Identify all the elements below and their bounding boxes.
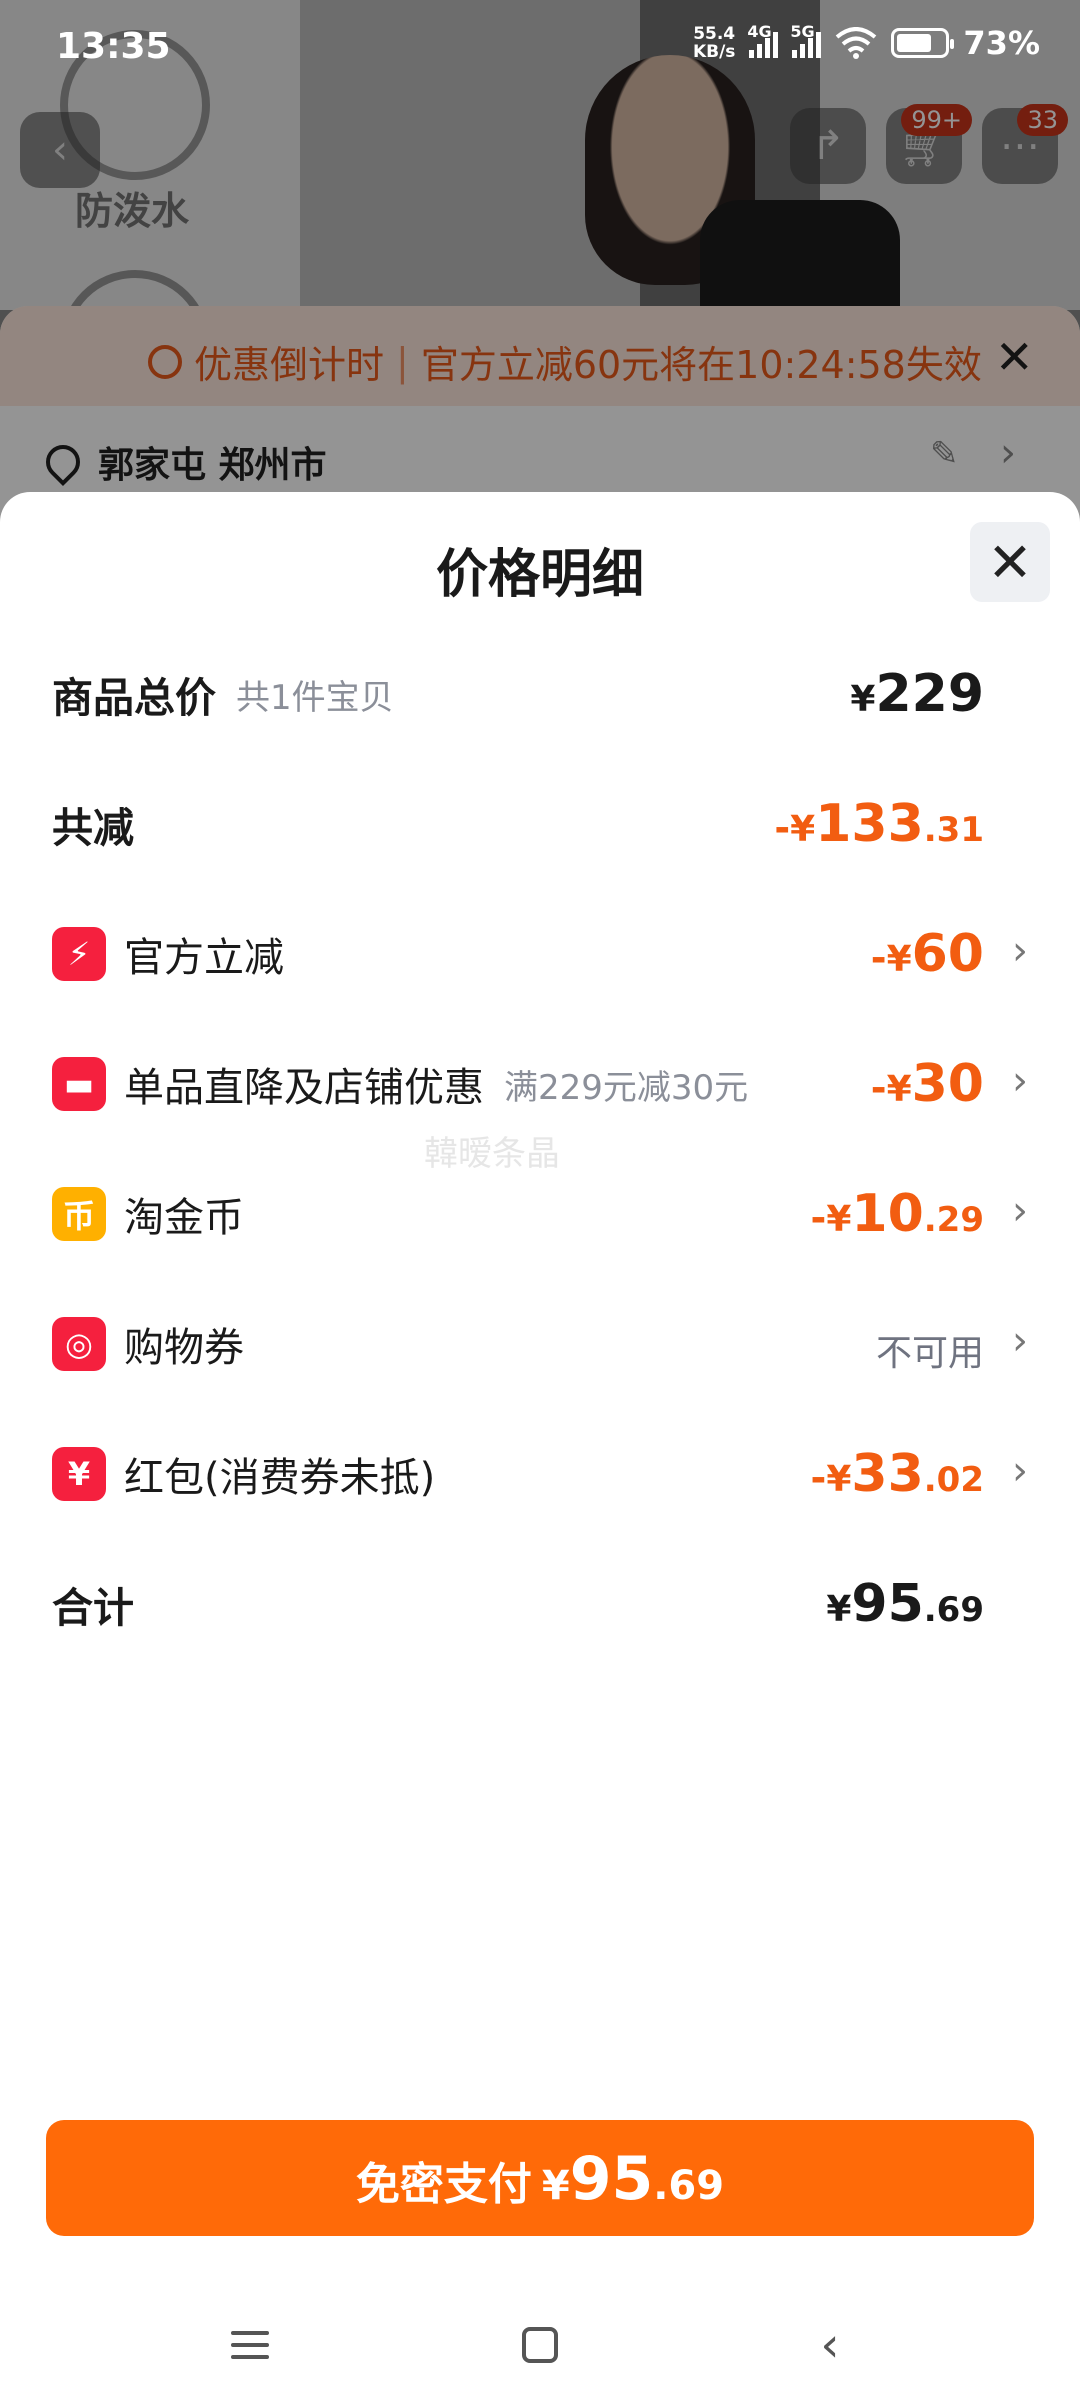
wifi-icon (836, 27, 877, 59)
chevron-right-icon: › (1012, 1058, 1028, 1104)
status-time: 13:35 (56, 26, 171, 67)
row-red-packet[interactable]: ¥ 红包(消费券未抵) - ¥ 33 .02 › (52, 1434, 1028, 1514)
row-label: 单品直降及店铺优惠 (124, 1065, 484, 1111)
row-label: 合计 (52, 1584, 134, 1632)
close-button[interactable]: ✕ (970, 522, 1050, 602)
status-icons: 55.4 KB/s 4G 5G 73% (692, 22, 1040, 62)
home-button[interactable] (510, 2315, 570, 2375)
row-label: 购物券 (124, 1325, 244, 1371)
chevron-right-icon: › (1012, 1188, 1028, 1234)
row-label: 淘金币 (124, 1195, 244, 1241)
recent-apps-button[interactable] (220, 2315, 280, 2375)
watermark: 韓暧条晶 (424, 1134, 560, 1174)
row-label: 红包(消费券未抵) (124, 1455, 436, 1501)
pay-label: 免密支付 (355, 2159, 532, 2210)
menu-icon (231, 2331, 269, 2359)
row-subtext: 满229元减30元 (504, 1067, 749, 1108)
chevron-right-icon: › (1012, 928, 1028, 974)
red-packet-icon: ¥ (52, 1447, 106, 1501)
home-icon (522, 2327, 558, 2363)
row-amount: ¥ 95 .69 (826, 1574, 984, 1634)
shop-icon: ▬ (52, 1057, 106, 1111)
chevron-left-icon: ‹ (820, 2317, 840, 2373)
row-official-discount[interactable]: ⚡︎ 官方立减 - ¥ 60 › (52, 914, 1028, 994)
row-total-price: 商品总价 共1件宝贝 ¥ 229 (52, 654, 1020, 734)
chevron-right-icon: › (1012, 1448, 1028, 1494)
chevron-right-icon: › (1012, 1318, 1028, 1364)
row-amount: ¥ 229 (850, 664, 984, 724)
signal-4g-icon: 4G (747, 22, 779, 58)
row-total-discount: 共减 - ¥ 133 .31 (52, 784, 1020, 864)
row-amount: - ¥ 60 (870, 924, 984, 984)
battery-percent: 73% (963, 24, 1040, 62)
system-nav-bar: ‹ (0, 2290, 1080, 2400)
signal-5g-icon: 5G (790, 22, 822, 58)
network-speed: 55.4 KB/s (692, 24, 736, 62)
row-amount: - ¥ 10 .29 (810, 1184, 984, 1244)
coin-icon: 币 (52, 1187, 106, 1241)
lightning-icon: ⚡︎ (52, 927, 106, 981)
row-status: 不可用 (875, 1333, 984, 1374)
price-detail-sheet: 价格明细 ✕ 商品总价 共1件宝贝 ¥ 229 共减 - ¥ 133 .31 ⚡… (0, 492, 1080, 2400)
row-tao-coins[interactable]: 币 淘金币 - ¥ 10 .29 › (52, 1174, 1028, 1254)
row-shopping-voucher[interactable]: ◎ 购物券 不可用 › (52, 1304, 1028, 1384)
row-label: 商品总价 (52, 674, 216, 722)
row-grand-total: 合计 ¥ 95 .69 (52, 1564, 1020, 1644)
row-subtext: 共1件宝贝 (236, 677, 394, 718)
battery-fill (897, 34, 931, 52)
row-store-discount[interactable]: ▬ 单品直降及店铺优惠 满229元减30元 - ¥ 30 › (52, 1044, 1028, 1124)
row-label: 共减 (52, 804, 134, 852)
row-amount: - ¥ 33 .02 (810, 1444, 984, 1504)
sheet-title: 价格明细 (435, 545, 644, 605)
close-icon: ✕ (987, 530, 1033, 594)
row-amount: - ¥ 30 (870, 1054, 984, 1114)
system-back-button[interactable]: ‹ (800, 2315, 860, 2375)
row-label: 官方立减 (124, 935, 284, 981)
password-free-pay-button[interactable]: 免密支付 ¥ 95 .69 (46, 2120, 1034, 2236)
row-amount: - ¥ 133 .31 (774, 794, 984, 854)
voucher-icon: ◎ (52, 1317, 106, 1371)
battery-icon (891, 28, 955, 58)
status-bar: 13:35 55.4 KB/s 4G 5G 73% (0, 0, 1080, 90)
